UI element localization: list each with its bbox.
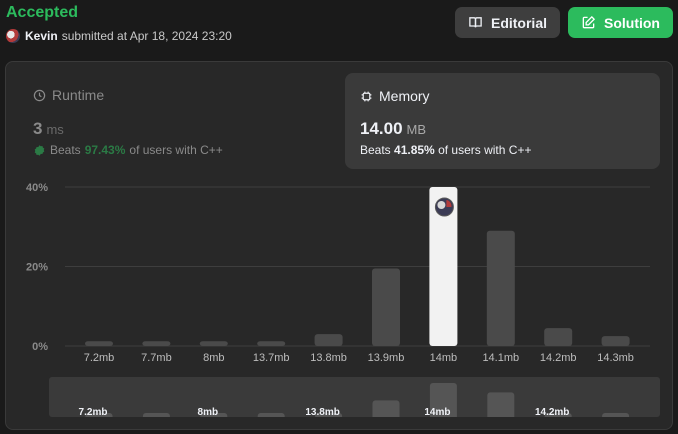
solution-button[interactable]: Solution [568,7,673,38]
overview-bar [487,392,515,417]
chart-bar[interactable] [142,341,171,346]
x-tick-label: 13.7mb [253,352,290,364]
x-tick-label: 8mb [203,352,224,364]
y-tick-label: 0% [32,341,48,353]
memory-beats: Beats 41.85% of users with C++ [360,143,532,157]
overview-label: 14mb [424,407,450,417]
y-tick-label: 20% [26,262,48,274]
username-link[interactable]: Kevin [25,29,58,43]
memory-tab[interactable]: Memory 14.00 MB Beats 41.85% of users wit… [345,73,660,169]
runtime-beats: Beats 97.43% of users with C++ [33,143,223,157]
x-tick-label: 14.2mb [540,352,577,364]
overview-label: 14.2mb [535,407,569,417]
beats-badge-icon [34,144,45,156]
chart-bar[interactable] [314,334,343,346]
submitted-time-text: submitted at Apr 18, 2024 23:20 [61,29,232,43]
clock-icon [33,89,46,101]
x-tick-label: 14.3mb [597,352,634,364]
overview-bar [372,400,400,417]
user-avatar[interactable] [6,29,20,43]
book-icon [469,17,482,28]
overview-label: 7.2mb [79,407,108,417]
x-tick-label: 13.8mb [310,352,347,364]
solution-label: Solution [604,14,660,31]
x-tick-label: 14mb [430,352,458,364]
overview-bar [257,413,285,417]
chart-bar[interactable] [486,230,515,346]
x-tick-label: 7.2mb [84,352,115,364]
submission-info: Kevin submitted at Apr 18, 2024 23:20 [6,29,232,43]
x-tick-label: 7.7mb [141,352,172,364]
chart-bar[interactable] [601,336,630,346]
chart-bar[interactable] [85,341,113,346]
avatar-face [437,201,446,209]
overview-bar [142,413,170,417]
overview-label: 13.8mb [305,407,339,417]
chip-icon [361,91,372,101]
chart-bar[interactable] [199,341,228,346]
chart-bar[interactable] [372,268,400,346]
chart-bar[interactable] [257,341,286,346]
x-tick-label: 14.1mb [482,352,519,364]
overview-bar [602,413,630,417]
editorial-button[interactable]: Editorial [455,7,560,38]
memory-title: Memory [379,88,430,104]
runtime-title: Runtime [52,87,105,103]
memory-value: 14.00 MB [360,119,427,138]
chart-overview-scrollbar[interactable]: 7.2mb 8mb 13.8mb 14mb 14.2mb [49,377,660,417]
submission-status: Accepted [6,4,79,21]
chart-bar[interactable] [544,328,573,346]
y-tick-label: 40% [26,182,48,194]
runtime-tab[interactable]: Runtime [33,87,104,103]
runtime-value: 3 ms [33,119,64,138]
x-tick-label: 13.9mb [368,352,405,364]
editorial-label: Editorial [490,14,547,31]
overview-label: 8mb [198,407,219,417]
edit-icon [582,15,596,29]
